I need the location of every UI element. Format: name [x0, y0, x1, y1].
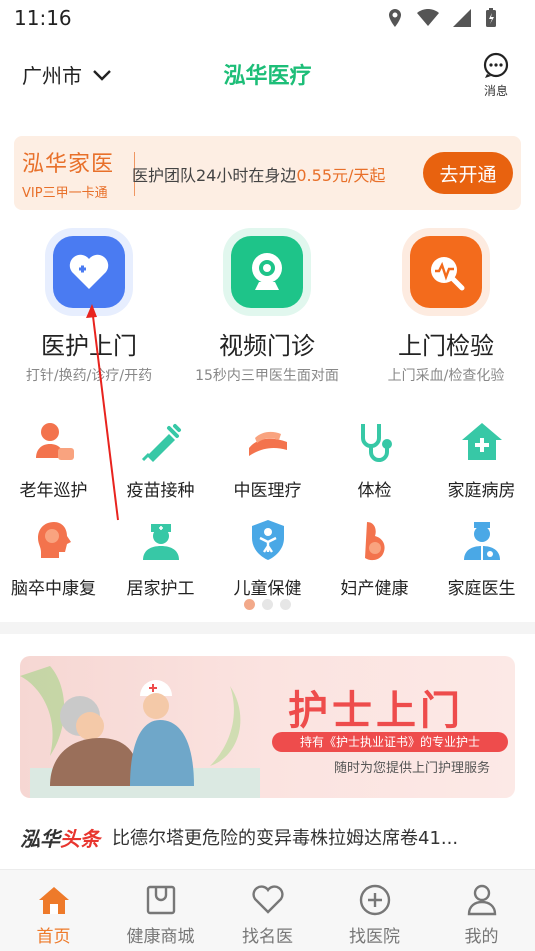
battery-icon	[486, 8, 496, 27]
grid-label: 脑卒中康复	[11, 579, 96, 599]
news-brand: 泓华头条	[20, 823, 100, 852]
pager-dot	[280, 599, 291, 610]
tab-home[interactable]: 首页	[0, 870, 107, 951]
activate-button[interactable]: 去开通	[423, 152, 513, 194]
vip-desc-text: 医护团队24小时在身边	[132, 166, 297, 185]
header: 广州市 泓华医疗 消息	[0, 44, 535, 100]
news-brand-b: 头条	[60, 826, 100, 851]
grid-label: 妇产健康	[340, 579, 409, 599]
person-icon	[428, 884, 535, 916]
chevron-down-icon	[93, 69, 111, 81]
tab-mine[interactable]: 我的	[428, 870, 535, 951]
service-title: 上门检验	[398, 332, 494, 360]
brain-head-icon	[30, 516, 78, 564]
heart-plus-icon	[53, 236, 125, 308]
plus-circle-icon	[321, 884, 428, 916]
tab-label: 找名医	[242, 927, 293, 947]
stethoscope-icon	[351, 418, 399, 466]
message-button[interactable]: 消息	[479, 52, 513, 99]
tab-find-doctor[interactable]: 找名医	[214, 870, 321, 951]
grid-item-stroke-rehab[interactable]: 脑卒中康复	[0, 516, 107, 599]
grid-item-child-care[interactable]: 儿童保健	[214, 516, 321, 599]
tab-label: 找医院	[349, 927, 400, 947]
grid-item-home-carer[interactable]: 居家护工	[107, 516, 214, 599]
service-title: 视频门诊	[219, 332, 315, 360]
tab-health-mall[interactable]: 健康商城	[107, 870, 214, 951]
section-divider	[0, 622, 535, 634]
grid-label: 中医理疗	[233, 481, 302, 501]
promo-title: 护士上门	[288, 688, 464, 734]
news-brand-a: 泓华	[20, 826, 60, 851]
child-shield-icon	[244, 516, 292, 564]
bottom-tab-bar: 首页 健康商城 找名医 找医院 我的	[0, 869, 535, 951]
syringe-icon	[137, 418, 185, 466]
status-bar: 11:16	[0, 0, 535, 36]
promo-illustration	[20, 666, 260, 798]
tab-find-hospital[interactable]: 找医院	[321, 870, 428, 951]
home-cross-icon	[458, 418, 506, 466]
message-label: 消息	[483, 84, 508, 98]
grid-label: 体检	[357, 481, 392, 501]
grid-label: 儿童保健	[233, 579, 302, 599]
promo-pill: 持有《护士执业证书》的专业护士	[272, 732, 508, 752]
service-home-care[interactable]: 医护上门 打针/换药/诊疗/开药	[0, 232, 178, 385]
grid-item-home-ward[interactable]: 家庭病房	[428, 418, 535, 501]
grid-item-family-doctor[interactable]: 家庭医生	[428, 516, 535, 599]
status-icons	[387, 8, 497, 28]
nurse-icon	[137, 516, 185, 564]
grid-label: 老年巡护	[19, 481, 88, 501]
location-icon	[389, 9, 401, 27]
massage-hand-icon	[244, 418, 292, 466]
heart-outline-icon	[214, 884, 321, 916]
vip-brand: 泓华家医	[22, 152, 115, 177]
promo-subtitle: 随时为您提供上门护理服务	[334, 761, 491, 776]
test-magnifier-icon	[410, 236, 482, 308]
city-label: 广州市	[22, 64, 82, 88]
pager-dots	[0, 599, 535, 610]
home-icon	[0, 884, 107, 916]
signal-icon	[453, 9, 471, 27]
tab-label: 健康商城	[126, 927, 195, 947]
service-subtitle: 打针/换药/诊疗/开药	[25, 368, 153, 384]
news-headline[interactable]: 比德尔塔更危险的变异毒株拉姆达席卷41...	[112, 824, 458, 850]
elderly-patrol-icon	[30, 418, 78, 466]
service-subtitle: 15秒内三甲医生面对面	[195, 368, 339, 384]
promo-banner[interactable]: 护士上门 持有《护士执业证书》的专业护士 随时为您提供上门护理服务	[20, 656, 515, 798]
vip-banner[interactable]: 泓华家医 VIP三甲一卡通 医护团队24小时在身边0.55元/天起 去开通	[14, 136, 521, 210]
pager-dot	[262, 599, 273, 610]
chat-bubble-icon	[483, 52, 509, 78]
service-video-clinic[interactable]: 视频门诊 15秒内三甲医生面对面	[178, 232, 356, 385]
tab-label: 我的	[464, 927, 499, 947]
pager-dot-active	[244, 599, 255, 610]
grid-item-checkup[interactable]: 体检	[321, 418, 428, 501]
vip-price: 0.55元/天起	[296, 166, 386, 185]
video-camera-icon	[231, 236, 303, 308]
vip-description: 医护团队24小时在身边0.55元/天起	[132, 162, 385, 186]
status-time: 11:16	[14, 6, 72, 30]
grid-item-vaccine[interactable]: 疫苗接种	[107, 418, 214, 501]
grid-label: 居家护工	[126, 579, 195, 599]
tab-label: 首页	[36, 927, 71, 947]
grid-item-tcm-therapy[interactable]: 中医理疗	[214, 418, 321, 501]
vip-subtitle: VIP三甲一卡通	[22, 186, 108, 201]
service-subtitle: 上门采血/检查化验	[387, 368, 505, 384]
service-home-test[interactable]: 上门检验 上门采血/检查化验	[357, 232, 535, 385]
grid-label: 家庭病房	[447, 481, 516, 501]
grid-item-maternal-health[interactable]: 妇产健康	[321, 516, 428, 599]
grid-label: 家庭医生	[447, 579, 516, 599]
doctor-icon	[458, 516, 506, 564]
wifi-icon	[417, 9, 439, 26]
shop-bag-icon	[107, 884, 214, 916]
grid-label: 疫苗接种	[126, 481, 195, 501]
pregnant-icon	[351, 516, 399, 564]
city-selector[interactable]: 广州市	[22, 60, 112, 89]
grid-item-elderly-patrol[interactable]: 老年巡护	[0, 418, 107, 501]
news-ticker[interactable]: 泓华头条 比德尔塔更危险的变异毒株拉姆达席卷41...	[20, 822, 515, 852]
service-title: 医护上门	[41, 332, 137, 360]
